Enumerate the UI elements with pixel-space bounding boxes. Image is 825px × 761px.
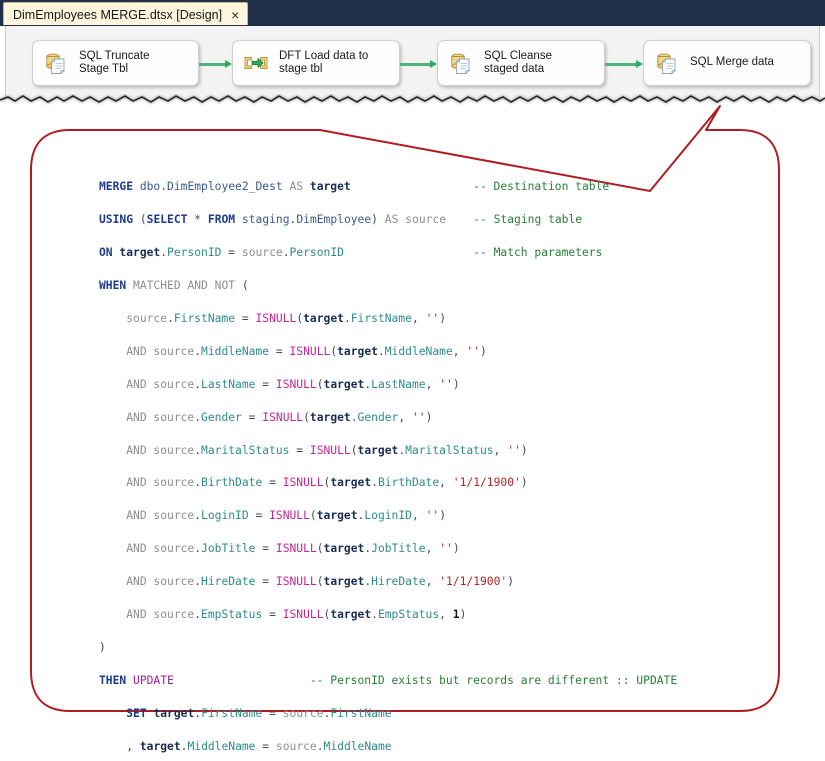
task-sql-truncate-stage-tbl[interactable]: SQL Truncate Stage Tbl bbox=[32, 40, 199, 86]
task-label: SQL Merge data bbox=[690, 56, 774, 69]
task-label: SQL Cleanse staged data bbox=[484, 49, 552, 76]
task-label: SQL Truncate Stage Tbl bbox=[79, 49, 150, 76]
task-dft-load-data-to-stage-tbl[interactable]: DFT Load data to stage tbl bbox=[232, 40, 400, 86]
connector-arrow-3[interactable] bbox=[605, 60, 643, 69]
task-label: DFT Load data to stage tbl bbox=[279, 49, 369, 76]
sql-code-block: MERGE dbo.DimEmployee2_Dest AS target --… bbox=[99, 163, 804, 761]
control-flow-canvas[interactable]: SQL Truncate Stage Tbl DFT Load data to … bbox=[5, 26, 820, 98]
code-line: WHEN MATCHED AND NOT ( bbox=[99, 279, 249, 293]
code-line: AND source.LoginID = ISNULL(target.Login… bbox=[126, 509, 446, 523]
code-line: ) bbox=[99, 640, 106, 654]
code-line: AND source.Gender = ISNULL(target.Gender… bbox=[126, 410, 433, 424]
task-sql-merge-data[interactable]: SQL Merge data bbox=[643, 40, 811, 86]
code-line: source.FirstName = ISNULL(target.FirstNa… bbox=[126, 312, 447, 326]
close-icon[interactable]: × bbox=[231, 8, 239, 22]
connector-arrow-2[interactable] bbox=[400, 60, 437, 69]
code-line: , target.MiddleName = source.MiddleName bbox=[126, 739, 392, 753]
connector-arrow-1[interactable] bbox=[199, 60, 232, 69]
sql-task-icon bbox=[653, 49, 681, 77]
sql-task-icon bbox=[42, 49, 70, 77]
code-line: AND source.JobTitle = ISNULL(target.JobT… bbox=[126, 542, 460, 556]
code-line: SET target.FirstName = source.FirstName bbox=[126, 706, 392, 720]
code-line: AND source.MaritalStatus = ISNULL(target… bbox=[126, 443, 528, 457]
sql-task-icon bbox=[447, 49, 475, 77]
task-sql-cleanse-staged-data[interactable]: SQL Cleanse staged data bbox=[437, 40, 605, 86]
code-line: AND source.MiddleName = ISNULL(target.Mi… bbox=[126, 344, 487, 358]
ssis-designer-window: DimEmployees MERGE.dtsx [Design] × SQL T… bbox=[0, 0, 825, 112]
code-line: MERGE dbo.DimEmployee2_Dest AS target --… bbox=[99, 180, 610, 194]
code-line: AND source.HireDate = ISNULL(target.Hire… bbox=[126, 575, 515, 589]
code-line: USING (SELECT * FROM staging.DimEmployee… bbox=[99, 213, 583, 227]
screenshot-root: DimEmployees MERGE.dtsx [Design] × SQL T… bbox=[0, 0, 825, 761]
code-line: ON target.PersonID = source.PersonID -- … bbox=[99, 246, 603, 260]
document-tab[interactable]: DimEmployees MERGE.dtsx [Design] × bbox=[3, 2, 249, 25]
code-line: AND source.LastName = ISNULL(target.Last… bbox=[126, 377, 460, 391]
code-line: THEN UPDATE -- PersonID exists but recor… bbox=[99, 673, 678, 687]
code-line: AND source.EmpStatus = ISNULL(target.Emp… bbox=[126, 608, 467, 622]
document-tab-label: DimEmployees MERGE.dtsx [Design] bbox=[13, 7, 223, 22]
torn-edge-decoration bbox=[0, 93, 825, 104]
code-line: AND source.BirthDate = ISNULL(target.Bir… bbox=[126, 476, 528, 490]
data-flow-task-icon bbox=[242, 49, 270, 77]
